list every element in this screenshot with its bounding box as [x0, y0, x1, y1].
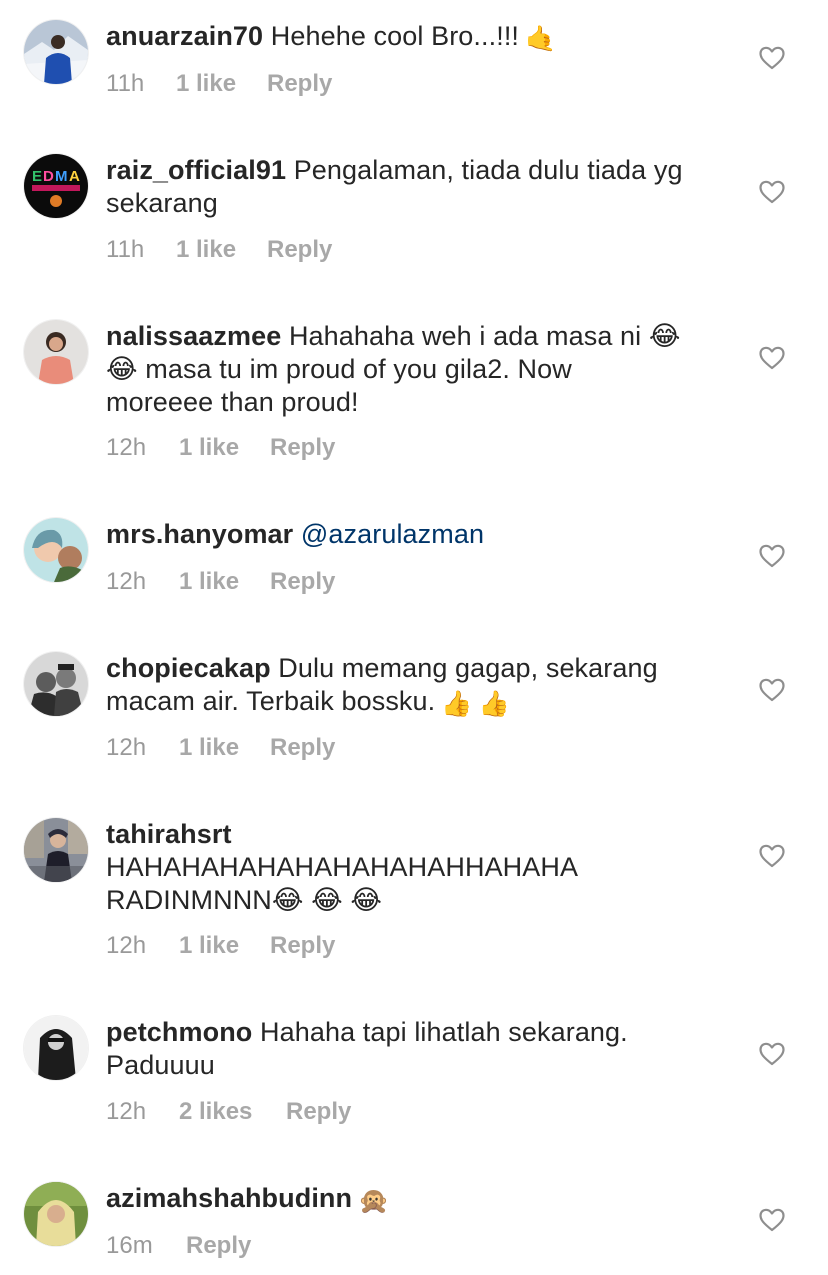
comment-body: anuarzain70 Hehehe cool Bro...!!! 🤙	[106, 20, 746, 53]
heart-outline-icon	[759, 46, 785, 70]
avatar[interactable]	[24, 20, 88, 84]
comment-item: E D M A raiz_official91 Pengalaman, tiad…	[0, 150, 828, 316]
comment-time: 11h	[106, 70, 145, 97]
comment-username[interactable]: tahirahsrt	[106, 819, 232, 849]
like-button[interactable]	[759, 678, 785, 702]
like-button[interactable]	[759, 46, 785, 70]
comment-body: petchmono Hahaha tapi lihatlah sekarang.…	[106, 1016, 746, 1082]
heart-outline-icon	[759, 180, 785, 204]
heart-outline-icon	[759, 844, 785, 868]
comment-username[interactable]: anuarzain70	[106, 21, 263, 51]
comment-body: mrs.hanyomar @azarulazman	[106, 518, 746, 551]
black-white-portrait-avatar-icon	[24, 1016, 88, 1080]
svg-text:E: E	[32, 168, 42, 185]
thumbs-up-emoji-icon: 👍	[478, 689, 510, 718]
heart-outline-icon	[759, 346, 785, 370]
comment-item: mrs.hanyomar @azarulazman 12h 1 like Rep…	[0, 516, 828, 650]
like-button[interactable]	[759, 1042, 785, 1066]
comment-username[interactable]: petchmono	[106, 1017, 252, 1047]
comment-likes[interactable]: 1 like	[179, 932, 239, 960]
avatar[interactable]	[24, 518, 88, 582]
heart-outline-icon	[759, 1208, 785, 1232]
svg-text:D: D	[43, 168, 54, 185]
comments-list: anuarzain70 Hehehe cool Bro...!!! 🤙 11h 1…	[0, 0, 828, 1275]
avatar[interactable]	[24, 818, 88, 882]
comment-username[interactable]: chopiecakap	[106, 653, 271, 683]
group-photo-avatar-icon	[24, 652, 88, 716]
comment-item: tahirahsrt HAHAHAHAHAHAHAHAHAHHAHAHA RAD…	[0, 816, 828, 1014]
comment-time: 12h	[106, 434, 147, 461]
comment-item: anuarzain70 Hehehe cool Bro...!!! 🤙 11h 1…	[0, 0, 828, 150]
like-button[interactable]	[759, 844, 785, 868]
reply-button[interactable]: Reply	[270, 568, 335, 596]
woman-portrait-avatar-icon	[24, 320, 88, 384]
comment-mention[interactable]: @azarulazman	[301, 519, 484, 549]
comment-likes[interactable]: 1 like	[179, 434, 239, 462]
comment-time: 16m	[106, 1232, 153, 1259]
svg-text:M: M	[55, 168, 68, 185]
thumbs-up-emoji-icon: 👍	[441, 689, 473, 718]
hijab-woman-avatar-icon	[24, 1182, 88, 1246]
comment-item: chopiecakap Dulu memang gagap, sekarang …	[0, 650, 828, 816]
comment-body: tahirahsrt HAHAHAHAHAHAHAHAHAHHAHAHA RAD…	[106, 818, 746, 917]
avatar[interactable]	[24, 1016, 88, 1080]
comment-username[interactable]: azimahshahbudinn	[106, 1183, 352, 1213]
comment-body: azimahshahbudinn 🙊	[106, 1182, 746, 1215]
comment-text: HAHAHAHAHAHAHAHAHAHHAHAHA RADINMNNN😂 😂 😂	[106, 852, 579, 915]
avatar[interactable]	[24, 1182, 88, 1246]
heart-outline-icon	[759, 678, 785, 702]
like-button[interactable]	[759, 346, 785, 370]
like-button[interactable]	[759, 544, 785, 568]
avatar[interactable]	[24, 320, 88, 384]
reply-button[interactable]: Reply	[270, 932, 335, 960]
comment-time: 12h	[106, 568, 147, 595]
reply-button[interactable]: Reply	[267, 236, 332, 264]
comment-username[interactable]: mrs.hanyomar	[106, 519, 293, 549]
comment-body: chopiecakap Dulu memang gagap, sekarang …	[106, 652, 746, 718]
heart-outline-icon	[759, 1042, 785, 1066]
comment-likes[interactable]: 1 like	[176, 236, 236, 264]
comment-likes[interactable]: 1 like	[176, 70, 236, 98]
like-button[interactable]	[759, 180, 785, 204]
comment-username[interactable]: raiz_official91	[106, 155, 286, 185]
comment-time: 12h	[106, 734, 147, 761]
comment-body: raiz_official91 Pengalaman, tiada dulu t…	[106, 154, 746, 220]
comment-likes[interactable]: 1 like	[179, 734, 239, 762]
edma-2018-logo-avatar-icon: E D M A	[24, 154, 88, 218]
like-button[interactable]	[759, 1208, 785, 1232]
avatar[interactable]	[24, 652, 88, 716]
comment-likes[interactable]: 1 like	[179, 568, 239, 596]
comment-time: 12h	[106, 1098, 147, 1125]
reply-button[interactable]: Reply	[286, 1098, 351, 1126]
comment-item: nalissaazmee Hahahaha weh i ada masa ni …	[0, 316, 828, 516]
comment-time: 12h	[106, 932, 147, 959]
comment-likes[interactable]: 2 likes	[179, 1098, 252, 1126]
city-street-avatar-icon	[24, 818, 88, 882]
comment-time: 11h	[106, 236, 145, 263]
reply-button[interactable]: Reply	[270, 734, 335, 762]
reply-button[interactable]: Reply	[186, 1232, 251, 1260]
comment-text: Hehehe cool Bro...!!!	[270, 21, 520, 51]
call-me-hand-emoji-icon: 🤙	[525, 24, 557, 53]
svg-text:A: A	[69, 168, 80, 185]
heart-outline-icon	[759, 544, 785, 568]
comment-item: petchmono Hahaha tapi lihatlah sekarang.…	[0, 1014, 828, 1180]
person-in-snow-avatar-icon	[24, 20, 88, 84]
avatar[interactable]: E D M A	[24, 154, 88, 218]
comment-item: azimahshahbudinn 🙊 16m Reply	[0, 1180, 828, 1275]
reply-button[interactable]: Reply	[270, 434, 335, 462]
speak-no-evil-monkey-emoji-icon: 🙊	[358, 1186, 390, 1215]
comment-username[interactable]: nalissaazmee	[106, 321, 281, 351]
reply-button[interactable]: Reply	[267, 70, 332, 98]
selfie-avatar-icon	[24, 518, 88, 582]
comment-body: nalissaazmee Hahahaha weh i ada masa ni …	[106, 320, 746, 419]
